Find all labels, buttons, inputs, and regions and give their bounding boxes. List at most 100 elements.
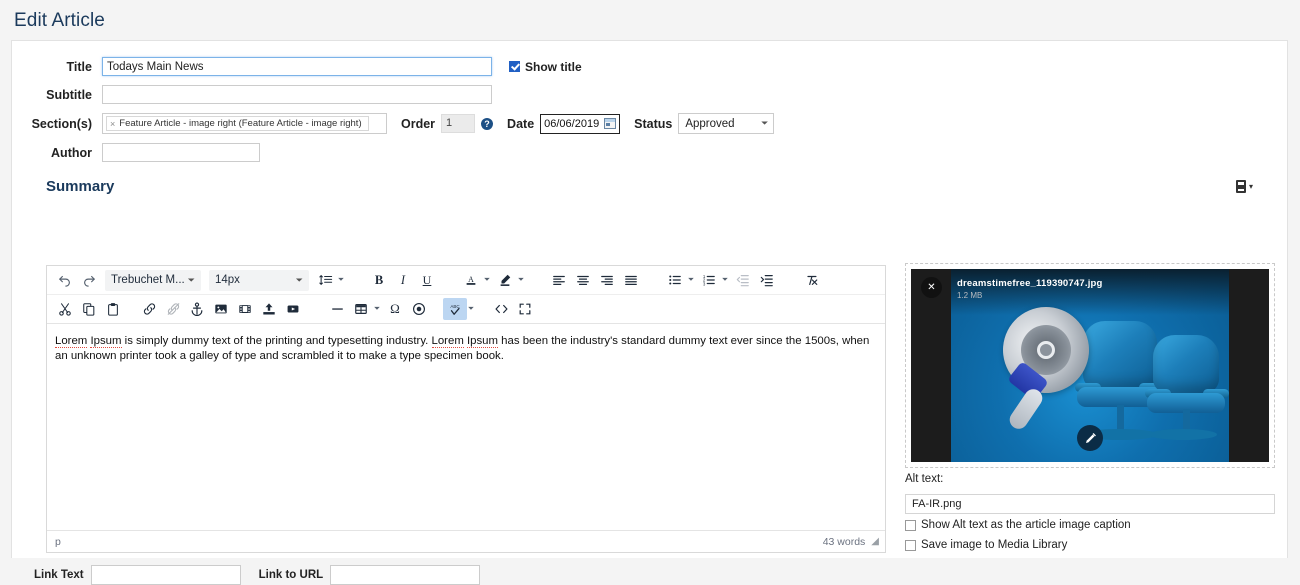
upload-icon[interactable] — [257, 298, 281, 320]
element-path-indicator[interactable]: p — [55, 536, 61, 548]
article-image-dropzone[interactable]: ✕ dreamstimefree_119390747.jpg 1.2 MB — [905, 263, 1275, 468]
align-center-icon[interactable] — [571, 269, 595, 291]
misspelled-word: Lorem — [55, 335, 88, 348]
bullet-list-icon[interactable] — [663, 269, 687, 291]
link-text-label: Link Text — [34, 569, 84, 581]
align-left-icon[interactable] — [547, 269, 571, 291]
youtube-icon[interactable] — [281, 298, 305, 320]
anchor-icon[interactable] — [185, 298, 209, 320]
redo-icon[interactable] — [77, 269, 101, 291]
svg-text:3: 3 — [703, 281, 706, 286]
show-title-label: Show title — [525, 59, 582, 74]
spellcheck-icon[interactable]: ABC — [443, 298, 467, 320]
align-justify-icon[interactable] — [619, 269, 643, 291]
font-color-icon[interactable]: A — [459, 269, 483, 291]
misspelled-word: Ipsum — [466, 335, 499, 348]
font-family-value: Trebuchet M... — [111, 274, 185, 286]
source-code-icon[interactable] — [489, 298, 513, 320]
highlight-color-icon[interactable] — [493, 269, 517, 291]
section-chip-label: Feature Article - image right (Feature A… — [119, 118, 362, 129]
chevron-down-icon[interactable]: ⏷ — [371, 304, 383, 314]
sections-tag-input[interactable]: × Feature Article - image right (Feature… — [102, 113, 387, 134]
remove-image-button[interactable]: ✕ — [921, 277, 942, 298]
align-right-icon[interactable] — [595, 269, 619, 291]
record-icon[interactable] — [407, 298, 431, 320]
order-label: Order — [401, 116, 436, 131]
font-family-select[interactable]: Trebuchet M... ⏷ — [105, 269, 201, 291]
editor-status-bar: p 43 words ◢ — [47, 530, 885, 552]
resize-handle-icon[interactable]: ◢ — [871, 536, 879, 547]
date-input[interactable]: 06/06/2019 — [540, 113, 621, 134]
show-alt-text-caption-checkbox[interactable] — [905, 519, 916, 531]
chevron-down-icon[interactable]: ⏷ — [335, 275, 347, 285]
chevron-down-icon[interactable]: ⏷ — [719, 275, 731, 285]
misspelled-word: Lorem — [431, 335, 464, 348]
summary-header: Summary ▾ — [46, 178, 1253, 195]
image-preview: ✕ dreamstimefree_119390747.jpg 1.2 MB — [911, 269, 1269, 462]
image-metadata: dreamstimefree_119390747.jpg 1.2 MB — [957, 278, 1103, 300]
alt-text-label: Alt text: — [905, 473, 944, 485]
show-alt-text-caption-row[interactable]: Show Alt text as the article image capti… — [905, 519, 1131, 531]
chevron-down-icon: ⏷ — [761, 118, 769, 128]
undo-icon[interactable] — [53, 269, 77, 291]
media-menu-button[interactable]: ▾ — [1235, 180, 1253, 193]
link-url-label: Link to URL — [258, 569, 324, 581]
show-alt-text-caption-label: Show Alt text as the article image capti… — [921, 519, 1131, 531]
author-input[interactable] — [102, 143, 260, 162]
font-size-select[interactable]: 14px ⏷ — [209, 269, 309, 291]
link-icon[interactable] — [137, 298, 161, 320]
fullscreen-icon[interactable] — [513, 298, 537, 320]
cut-icon[interactable] — [53, 298, 77, 320]
subtitle-input[interactable] — [102, 85, 492, 104]
status-value: Approved — [685, 117, 735, 130]
paste-icon[interactable] — [101, 298, 125, 320]
save-to-media-library-checkbox[interactable] — [905, 539, 916, 551]
remove-section-icon[interactable]: × — [110, 119, 115, 129]
article-metadata-form: Title Show title Subtitle Section(s) × F… — [12, 41, 1287, 162]
editor-toolbar-row-2: ⏷ Ω ABC ⏷ — [47, 295, 885, 324]
italic-icon[interactable]: I — [391, 269, 415, 291]
link-text-input[interactable] — [90, 565, 241, 585]
indent-icon[interactable] — [755, 269, 779, 291]
chevron-down-icon[interactable]: ⏷ — [515, 275, 527, 285]
special-character-icon[interactable]: Ω — [383, 298, 407, 320]
editor-paragraph: Lorem Ipsum is simply dummy text of the … — [55, 334, 877, 364]
summary-heading: Summary — [46, 178, 115, 195]
table-icon[interactable] — [349, 298, 373, 320]
numbered-list-icon[interactable]: 123 — [697, 269, 721, 291]
video-icon[interactable] — [233, 298, 257, 320]
alt-text-input[interactable]: FA-IR.png — [905, 494, 1275, 514]
horizontal-rule-icon[interactable] — [325, 298, 349, 320]
order-input[interactable]: 1 — [441, 114, 476, 133]
chevron-down-icon: ⏷ — [295, 274, 303, 285]
chevron-down-icon[interactable]: ⏷ — [685, 275, 697, 285]
image-file-name: dreamstimefree_119390747.jpg — [957, 278, 1103, 289]
paragraph-text: is simply dummy text of the printing and… — [121, 335, 432, 347]
line-height-icon[interactable] — [313, 269, 337, 291]
underline-icon[interactable]: U — [415, 269, 439, 291]
chevron-down-icon[interactable]: ⏷ — [481, 275, 493, 285]
misspelled-word: Ipsum — [90, 335, 122, 348]
calendar-icon[interactable] — [604, 118, 617, 129]
section-chip[interactable]: × Feature Article - image right (Feature… — [106, 116, 369, 131]
author-label: Author — [51, 145, 92, 160]
link-url-input[interactable] — [330, 565, 481, 585]
clear-formatting-icon[interactable] — [799, 269, 823, 291]
image-icon[interactable] — [209, 298, 233, 320]
editor-content-area[interactable]: Lorem Ipsum is simply dummy text of the … — [47, 324, 885, 538]
show-title-checkbox[interactable] — [509, 61, 520, 72]
date-label: Date — [507, 116, 535, 131]
copy-icon[interactable] — [77, 298, 101, 320]
status-select[interactable]: Approved ⏷ — [678, 113, 775, 134]
unlink-icon[interactable] — [161, 298, 185, 320]
subtitle-row: Subtitle — [12, 85, 1287, 104]
help-icon[interactable]: ? — [481, 117, 494, 130]
outdent-icon[interactable] — [731, 269, 755, 291]
chevron-down-icon[interactable]: ⏷ — [465, 304, 477, 314]
bold-icon[interactable]: B — [367, 269, 391, 291]
save-to-media-library-row[interactable]: Save image to Media Library — [905, 539, 1067, 551]
media-device-icon — [1235, 180, 1246, 193]
media-menu-caret: ▾ — [1248, 182, 1253, 191]
edit-image-button[interactable] — [1077, 425, 1103, 451]
title-input[interactable] — [102, 57, 492, 76]
